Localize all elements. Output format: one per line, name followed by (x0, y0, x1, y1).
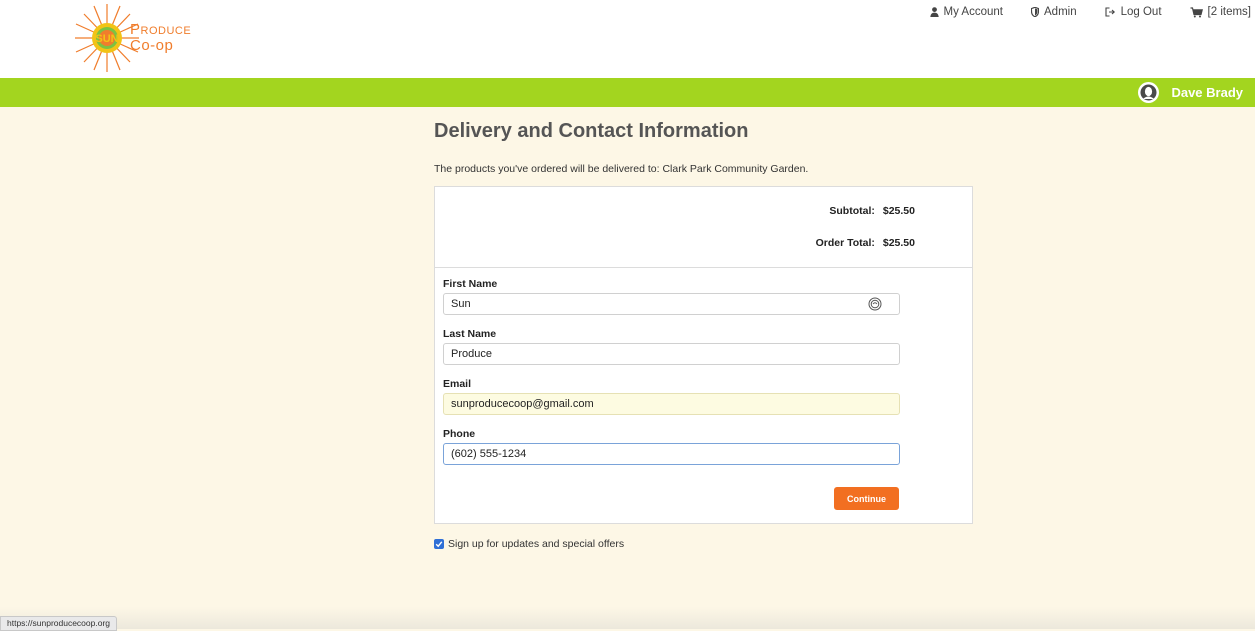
signup-option[interactable]: Sign up for updates and special offers (434, 538, 624, 550)
logo-line-2: Co-op (130, 37, 174, 54)
phone-field[interactable] (443, 443, 900, 465)
admin-link[interactable]: Admin (1031, 6, 1077, 18)
signup-checkbox[interactable] (434, 539, 444, 549)
page-title: Delivery and Contact Information (434, 120, 749, 142)
user-menu[interactable]: Dave Brady (1138, 82, 1243, 103)
order-total-row: Order Total: $25.50 (816, 237, 915, 249)
shopping-cart-icon (1190, 6, 1203, 17)
last-name-label: Last Name (443, 328, 497, 340)
user-avatar-icon (1140, 84, 1157, 101)
cart-count: [2 items] (1207, 6, 1251, 18)
logo-badge-text: SUN (95, 33, 118, 45)
phone-label: Phone (443, 428, 476, 440)
top-nav: My Account Admin Log Out [2 items] (902, 6, 1255, 18)
sign-out-icon (1105, 7, 1115, 17)
my-account-label: My Account (943, 6, 1003, 18)
cart-link[interactable]: [2 items] (1190, 6, 1251, 18)
my-account-link[interactable]: My Account (929, 6, 1003, 18)
logout-label: Log Out (1120, 6, 1162, 18)
order-total-label: Order Total: (815, 237, 875, 249)
subtotal-label: Subtotal: (829, 205, 875, 217)
email-field[interactable] (443, 393, 900, 415)
avatar (1138, 82, 1160, 103)
last-name-field[interactable] (443, 343, 900, 365)
shield-icon (1031, 7, 1039, 17)
user-name: Dave Brady (1171, 85, 1243, 100)
checkout-card: Subtotal: $25.50 Order Total: $25.50 First… (434, 186, 973, 524)
admin-label: Admin (1044, 6, 1077, 18)
subtotal-value: $25.50 (882, 205, 915, 217)
order-totals: Subtotal: $25.50 Order Total: $25.50 (435, 187, 972, 268)
checkmark-icon (435, 541, 443, 548)
first-name-field[interactable] (443, 293, 900, 315)
page-footer (0, 607, 1255, 629)
order-total-value: $25.50 (882, 237, 915, 249)
continue-button[interactable]: Continue (834, 487, 899, 510)
user-bar: Dave Brady (0, 78, 1255, 107)
top-header: SUN Produce Co-op My Account Admin Log O… (0, 0, 1255, 78)
delivery-info: The products you've ordered will be deli… (434, 163, 809, 175)
logo-text: Produce Co-op (130, 22, 191, 54)
user-icon (929, 7, 939, 17)
password-manager-icon[interactable] (868, 297, 882, 311)
logout-link[interactable]: Log Out (1105, 6, 1162, 18)
email-label: Email (443, 378, 472, 390)
first-name-label: First Name (443, 278, 498, 290)
site-logo[interactable]: SUN Produce Co-op (72, 2, 212, 74)
signup-label: Sign up for updates and special offers (448, 538, 625, 550)
subtotal-row: Subtotal: $25.50 (829, 205, 915, 217)
logo-line-1: Produce (130, 21, 192, 38)
